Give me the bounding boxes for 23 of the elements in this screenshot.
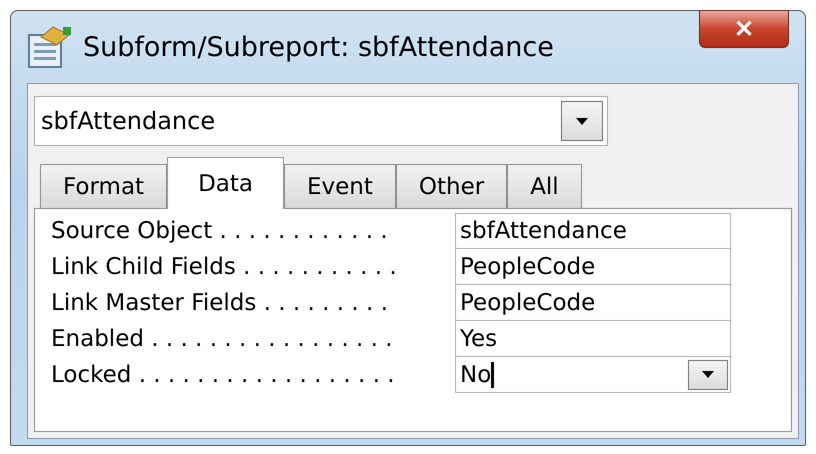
tab[interactable]: Format (40, 164, 168, 208)
property-label: Locked . . . . . . . . . . . . . . . . . . (51, 361, 396, 390)
tab[interactable]: Data (167, 157, 284, 209)
property-field[interactable]: No (455, 357, 731, 393)
caret-icon (702, 371, 714, 378)
property-label: Link Child Fields . . . . . . . . . . . (51, 253, 398, 282)
property-field[interactable]: Yes (455, 321, 731, 357)
property-label: Source Object . . . . . . . . . . . . (51, 217, 389, 246)
form-icon (27, 25, 73, 69)
tab[interactable]: Event (284, 164, 396, 208)
property-label: Enabled . . . . . . . . . . . . . . . . . (51, 325, 394, 354)
object-selector[interactable]: sbfAttendance (34, 96, 608, 146)
close-button[interactable]: ✕ (699, 10, 789, 48)
caret-icon (576, 118, 588, 124)
window-title: Subform/Subreport: sbfAttendance (83, 32, 554, 62)
property-label: Link Master Fields . . . . . . . . . (51, 289, 389, 318)
property-field[interactable]: PeopleCode (455, 285, 731, 321)
tab[interactable]: Other (396, 164, 508, 208)
tab[interactable]: All (507, 164, 582, 208)
property-field[interactable]: PeopleCode (455, 249, 731, 285)
property-field[interactable]: sbfAttendance (455, 213, 731, 249)
dropdown-button[interactable] (561, 101, 603, 141)
dropdown-button[interactable] (688, 360, 728, 390)
